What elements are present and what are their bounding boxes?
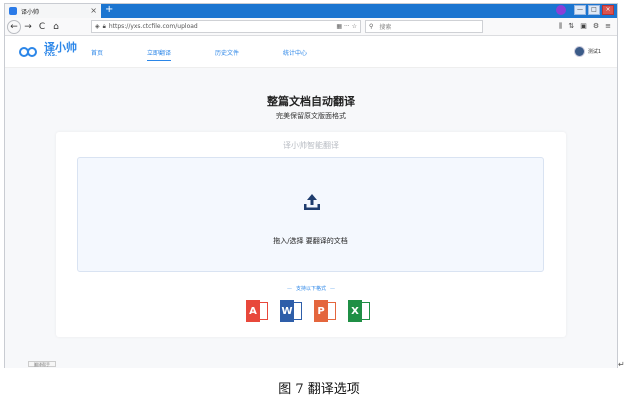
- user-menu[interactable]: 测试1: [573, 46, 601, 57]
- browser-toolbar: ← → C ⌂ ◈ 🔒︎ https://yxs.ctcfile.com/upl…: [5, 18, 617, 36]
- reload-button[interactable]: C: [35, 22, 49, 32]
- url-text[interactable]: https://yxs.ctcfile.com/upload: [109, 23, 334, 30]
- card-title: 译小帅智能翻译: [283, 141, 339, 150]
- library-icon[interactable]: ⫼: [559, 22, 562, 31]
- upload-icon[interactable]: [302, 192, 322, 212]
- powerpoint-icon: P: [314, 300, 336, 322]
- pdf-icon: A: [246, 300, 268, 322]
- sidebar-icon[interactable]: ▣: [580, 22, 587, 31]
- search-icon: ⚲: [369, 23, 374, 30]
- browser-window: 译小帅 × + — □ × ← → C ⌂ ◈ 🔒︎ https://yxs.c…: [4, 3, 618, 368]
- main-content: 整篇文档自动翻译 完美保留原文版面格式 译小帅智能翻译 拖入/选择 要翻译的文档…: [5, 68, 617, 368]
- dropzone-label: 拖入/选择 要翻译的文档: [273, 237, 348, 245]
- page-actions-icon[interactable]: ▦ ··· ☆: [336, 23, 357, 30]
- tab-strip: 译小帅 × + — □ ×: [5, 4, 617, 18]
- glasses-logo-icon: [19, 42, 41, 58]
- status-chip: 翻译帮手: [28, 361, 56, 367]
- page-subtitle: 完美保留原文版面格式: [276, 112, 346, 120]
- paragraph-mark: ↵: [618, 360, 625, 369]
- browser-tab[interactable]: 译小帅 ×: [5, 4, 101, 18]
- search-bar[interactable]: ⚲ 搜索: [365, 20, 483, 33]
- lock-icon[interactable]: 🔒︎: [103, 23, 106, 31]
- main-nav: 首页 立即翻译 历史文件 统计中心: [91, 48, 351, 61]
- close-tab-icon[interactable]: ×: [90, 6, 97, 15]
- window-controls: — □ ×: [556, 5, 614, 15]
- word-icon: W: [280, 300, 302, 322]
- extension-icon[interactable]: [556, 5, 566, 15]
- back-button[interactable]: ←: [7, 19, 21, 34]
- close-window-button[interactable]: ×: [602, 5, 614, 15]
- home-button[interactable]: ⌂: [49, 22, 63, 32]
- settings-icon[interactable]: ⚙: [593, 22, 599, 31]
- minimize-button[interactable]: —: [574, 5, 586, 15]
- figure-caption: 图 7 翻译选项: [278, 382, 360, 397]
- menu-icon[interactable]: ≡: [605, 22, 611, 31]
- avatar[interactable]: [573, 46, 585, 57]
- format-icons: A W P X: [246, 300, 370, 322]
- nav-home[interactable]: 首页: [91, 48, 103, 57]
- excel-icon: X: [348, 300, 370, 322]
- maximize-button[interactable]: □: [588, 5, 600, 15]
- upload-card: 译小帅智能翻译 拖入/选择 要翻译的文档 支持以下格式 A W P X: [56, 132, 566, 337]
- shield-icon[interactable]: ◈: [95, 23, 100, 30]
- site-logo[interactable]: 译小帅 YXS.: [19, 42, 77, 58]
- search-input[interactable]: 搜索: [379, 22, 391, 31]
- nav-translate[interactable]: 立即翻译: [147, 48, 172, 61]
- supported-formats-label: 支持以下格式: [56, 285, 566, 292]
- file-dropzone[interactable]: 拖入/选择 要翻译的文档: [77, 157, 544, 272]
- sync-icon[interactable]: ⇅: [568, 22, 574, 31]
- nav-history[interactable]: 历史文件: [215, 48, 239, 57]
- tab-title: 译小帅: [21, 8, 40, 16]
- nav-statistics[interactable]: 统计中心: [283, 48, 307, 57]
- favicon-icon: [9, 7, 17, 15]
- forward-button[interactable]: →: [21, 22, 35, 32]
- url-bar[interactable]: ◈ 🔒︎ https://yxs.ctcfile.com/upload ▦ ··…: [91, 20, 361, 33]
- page-title: 整篇文档自动翻译: [267, 95, 355, 108]
- toolbar-icons: ⫼ ⇅ ▣ ⚙ ≡: [559, 22, 617, 31]
- site-header: 译小帅 YXS. 首页 立即翻译 历史文件 统计中心 测试1: [5, 36, 617, 68]
- new-tab-button[interactable]: +: [105, 4, 113, 15]
- user-name[interactable]: 测试1: [588, 48, 601, 55]
